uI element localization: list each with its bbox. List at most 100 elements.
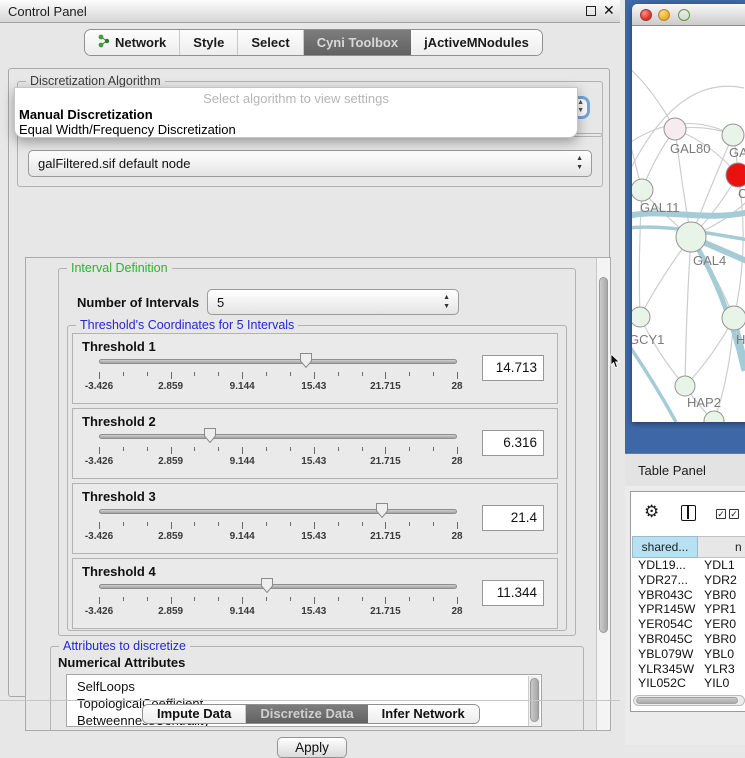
network-node[interactable] xyxy=(722,124,744,146)
table-row[interactable]: YDR27...YDR2 xyxy=(632,573,745,588)
network-edge-highlighted[interactable] xyxy=(632,344,676,422)
table-row[interactable]: YBR045CYBR0 xyxy=(632,632,745,647)
num-intervals-combobox[interactable]: 5 ▲▼ xyxy=(207,289,459,315)
list-scrollbar[interactable] xyxy=(528,676,540,727)
split-columns-icon[interactable] xyxy=(681,505,696,521)
network-node[interactable] xyxy=(632,307,650,327)
dropdown-option-manual-discretization[interactable]: Manual Discretization xyxy=(19,107,153,122)
slider-track[interactable] xyxy=(99,359,457,364)
threshold-value-field[interactable]: 6.316 xyxy=(482,430,544,456)
minimize-traffic-light-icon[interactable] xyxy=(658,9,670,21)
slider-tick xyxy=(409,447,410,451)
slider-tick xyxy=(194,522,195,526)
apply-button[interactable]: Apply xyxy=(277,737,347,758)
network-graph[interactable]: GAL80GALCGAL11GAL4GCY1HHAP2 xyxy=(632,26,745,422)
table-row[interactable]: YBR043CYBR0 xyxy=(632,588,745,603)
dropdown-option-equal-width-frequency[interactable]: Equal Width/Frequency Discretization xyxy=(19,122,236,137)
mouse-cursor xyxy=(610,354,621,369)
slider-track[interactable] xyxy=(99,509,457,514)
slider-tick xyxy=(99,522,100,529)
slider-tick xyxy=(99,597,100,604)
table-row[interactable]: YLR345WYLR3 xyxy=(632,662,745,677)
tab-select[interactable]: Select xyxy=(238,30,303,55)
gear-icon[interactable]: ⚙ xyxy=(644,502,659,522)
tab-jactivemnodules[interactable]: jActiveMNodules xyxy=(411,30,542,55)
network-edge[interactable] xyxy=(685,237,691,386)
slider-tick xyxy=(433,372,434,376)
slider-thumb[interactable] xyxy=(260,577,274,594)
table-row[interactable]: YER054CYER0 xyxy=(632,617,745,632)
slider-tick xyxy=(171,597,172,604)
network-node[interactable] xyxy=(632,179,653,201)
network-node[interactable] xyxy=(675,376,695,396)
tab-style[interactable]: Style xyxy=(180,30,238,55)
network-node[interactable] xyxy=(726,163,745,187)
slider-thumb[interactable] xyxy=(203,427,217,444)
threshold-value-field[interactable]: 14.713 xyxy=(482,355,544,381)
tab-label: Cyni Toolbox xyxy=(317,35,398,50)
network-node[interactable] xyxy=(722,306,745,330)
horizontal-scrollbar[interactable] xyxy=(633,695,745,706)
slider-tick-label: 21.715 xyxy=(370,606,401,617)
network-node[interactable] xyxy=(676,222,706,252)
tab-cyni-toolbox[interactable]: Cyni Toolbox xyxy=(304,30,411,55)
table-data-combobox[interactable]: galFiltered.sif default node ▲▼ xyxy=(28,150,592,177)
group-title: Attributes to discretize xyxy=(59,639,190,653)
slider-tick xyxy=(385,522,386,529)
network-view-window[interactable]: GAL80GALCGAL11GAL4GCY1HHAP2 xyxy=(632,4,745,422)
column-header-name[interactable]: n xyxy=(698,536,745,558)
slider-thumb[interactable] xyxy=(375,502,389,519)
stepper-arrows-icon: ▲▼ xyxy=(443,293,450,311)
node-label: C xyxy=(738,186,745,201)
slider-tick-label: 15.43 xyxy=(301,531,326,542)
slider-tick xyxy=(290,597,291,601)
tab-network[interactable]: Network xyxy=(85,30,180,55)
float-window-icon[interactable] xyxy=(586,6,596,16)
network-node[interactable] xyxy=(704,411,724,422)
vertical-scrollbar[interactable] xyxy=(596,258,610,730)
slider-thumb[interactable] xyxy=(299,352,313,369)
threshold-panel-1: Threshold 1 -3.4262.8599.14415.4321.7152… xyxy=(72,333,558,404)
slider-track[interactable] xyxy=(99,434,457,439)
table-row[interactable]: YPR145WYPR1 xyxy=(632,602,745,617)
network-node[interactable] xyxy=(664,118,686,140)
network-window-titlebar[interactable] xyxy=(632,4,745,26)
slider-tick xyxy=(290,372,291,376)
group-title: Threshold's Coordinates for 5 Intervals xyxy=(76,318,298,332)
scrollbar-thumb[interactable] xyxy=(599,277,608,633)
tab-infer-network[interactable]: Infer Network xyxy=(368,705,479,723)
checkbox-icon[interactable]: ✓ xyxy=(716,509,726,519)
slider-tick-label: 2.859 xyxy=(158,381,183,392)
threshold-value-field[interactable]: 21.4 xyxy=(482,505,544,531)
table-row[interactable]: YBL079WYBL0 xyxy=(632,647,745,662)
slider-tick xyxy=(457,447,458,454)
slider-tick xyxy=(194,372,195,376)
slider-tick xyxy=(314,447,315,454)
slider-tick xyxy=(266,522,267,526)
control-panel-titlebar: Control Panel ✕ xyxy=(0,0,620,23)
slider-tick-label: -3.426 xyxy=(85,531,113,542)
zoom-traffic-light-icon[interactable] xyxy=(678,9,690,21)
threshold-slider[interactable]: -3.4262.8599.14415.4321.71528 xyxy=(99,425,457,473)
tab-impute-data[interactable]: Impute Data xyxy=(143,705,246,723)
slider-tick-label: 28 xyxy=(451,606,462,617)
threshold-slider[interactable]: -3.4262.8599.14415.4321.71528 xyxy=(99,350,457,398)
table-row[interactable]: YIL052CYIL0 xyxy=(632,676,745,691)
close-traffic-light-icon[interactable] xyxy=(640,9,652,21)
close-icon[interactable]: ✕ xyxy=(603,2,615,19)
slider-tick xyxy=(338,447,339,451)
checkbox-icon[interactable]: ✓ xyxy=(729,509,739,519)
column-header-shared-name[interactable]: shared... xyxy=(632,536,698,558)
slider-tick-label: 2.859 xyxy=(158,531,183,542)
threshold-slider[interactable]: -3.4262.8599.14415.4321.71528 xyxy=(99,500,457,548)
scrollbar-thumb[interactable] xyxy=(636,697,738,704)
table-row[interactable]: YDL19...YDL1 xyxy=(632,558,745,573)
slider-track[interactable] xyxy=(99,584,457,589)
list-item[interactable]: SelfLoops xyxy=(67,675,541,695)
slider-tick xyxy=(457,597,458,604)
tab-discretize-data[interactable]: Discretize Data xyxy=(246,705,367,723)
slider-tick xyxy=(242,597,243,604)
threshold-slider[interactable]: -3.4262.8599.14415.4321.71528 xyxy=(99,575,457,623)
threshold-value-field[interactable]: 11.344 xyxy=(482,580,544,606)
network-canvas[interactable]: GAL80GALCGAL11GAL4GCY1HHAP2 xyxy=(632,26,745,422)
